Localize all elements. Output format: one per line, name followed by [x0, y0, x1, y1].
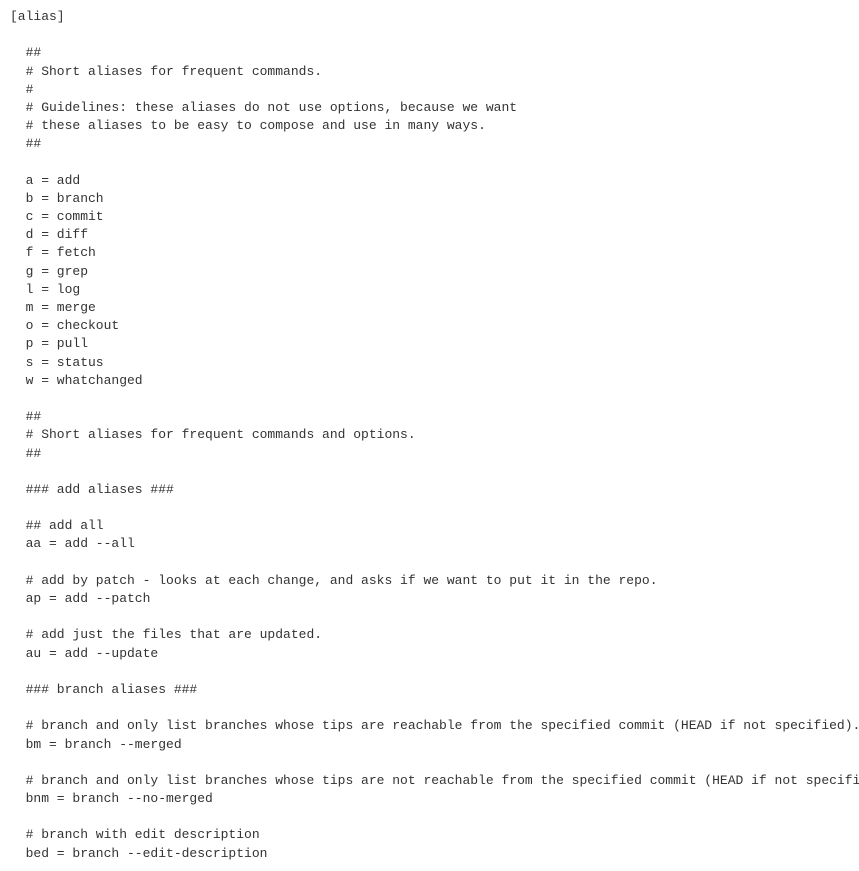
- code-line: g = grep: [10, 263, 849, 281]
- code-line: # branch with edit description: [10, 826, 849, 844]
- code-line: # these aliases to be easy to compose an…: [10, 117, 849, 135]
- code-line: # Short aliases for frequent commands an…: [10, 426, 849, 444]
- code-line: [10, 699, 849, 717]
- code-line: l = log: [10, 281, 849, 299]
- code-line: # add just the files that are updated.: [10, 626, 849, 644]
- code-line: aa = add --all: [10, 535, 849, 553]
- code-line: ### add aliases ###: [10, 481, 849, 499]
- code-line: # Short aliases for frequent commands.: [10, 63, 849, 81]
- code-line: bm = branch --merged: [10, 736, 849, 754]
- code-line: a = add: [10, 172, 849, 190]
- code-line: bed = branch --edit-description: [10, 845, 849, 863]
- code-line: [alias]: [10, 8, 849, 26]
- code-line: [10, 154, 849, 172]
- code-line: ## add all: [10, 517, 849, 535]
- code-line: au = add --update: [10, 645, 849, 663]
- code-line: ##: [10, 44, 849, 62]
- code-line: ap = add --patch: [10, 590, 849, 608]
- code-line: [10, 663, 849, 681]
- code-line: s = status: [10, 354, 849, 372]
- code-line: m = merge: [10, 299, 849, 317]
- code-line: f = fetch: [10, 244, 849, 262]
- code-line: [10, 390, 849, 408]
- code-line: ##: [10, 408, 849, 426]
- code-line: b = branch: [10, 190, 849, 208]
- code-line: #: [10, 81, 849, 99]
- code-line: [10, 754, 849, 772]
- code-line: p = pull: [10, 335, 849, 353]
- code-line: d = diff: [10, 226, 849, 244]
- code-line: [10, 608, 849, 626]
- code-line: [10, 463, 849, 481]
- code-line: # add by patch - looks at each change, a…: [10, 572, 849, 590]
- code-line: ##: [10, 135, 849, 153]
- code-line: # branch and only list branches whose ti…: [10, 717, 849, 735]
- code-line: [10, 26, 849, 44]
- code-line: bnm = branch --no-merged: [10, 790, 849, 808]
- code-line: w = whatchanged: [10, 372, 849, 390]
- code-line: ##: [10, 445, 849, 463]
- code-line: [10, 499, 849, 517]
- code-block: [alias] ### Short aliases for frequent c…: [0, 0, 859, 871]
- code-line: # branch and only list branches whose ti…: [10, 772, 849, 790]
- code-line: ### branch aliases ###: [10, 681, 849, 699]
- code-line: [10, 808, 849, 826]
- code-line: # Guidelines: these aliases do not use o…: [10, 99, 849, 117]
- code-line: [10, 554, 849, 572]
- code-line: o = checkout: [10, 317, 849, 335]
- code-line: c = commit: [10, 208, 849, 226]
